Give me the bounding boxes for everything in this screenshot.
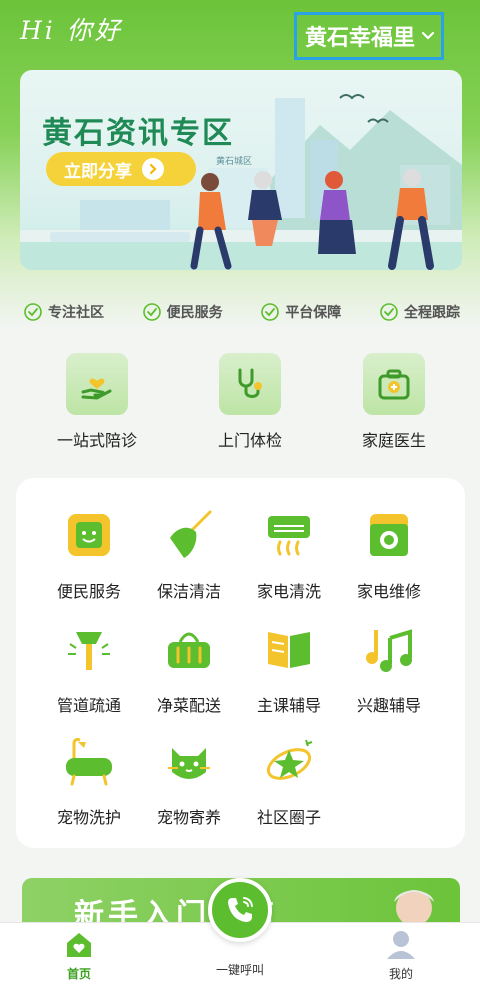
check-circle-icon xyxy=(261,303,280,321)
service-family-doctor-button[interactable]: 家庭医生 xyxy=(339,353,449,451)
feature-label: 全程跟踪 xyxy=(403,305,460,321)
banner-title: 黄石资讯专区 xyxy=(42,116,234,151)
news-banner[interactable]: 黄石资讯专区 立即分享 黄石城区 xyxy=(20,70,462,270)
grid-service-label: 宠物洗护 xyxy=(56,808,121,827)
grid-service-label: 便民服务 xyxy=(56,582,121,601)
planet-star-icon xyxy=(266,739,313,780)
grid-service-label: 家电清洗 xyxy=(256,582,321,601)
location-label: 黄石幸福里 xyxy=(305,26,416,51)
service-escort-button[interactable]: 一站式陪诊 xyxy=(42,353,152,451)
grid-service-item[interactable]: 宠物寄养 xyxy=(139,734,239,828)
check-circle-icon xyxy=(24,303,42,321)
grid-service-label: 净菜配送 xyxy=(156,696,221,715)
cat-icon xyxy=(168,748,210,779)
feature-item: 全程跟踪 xyxy=(380,302,460,322)
grid-service-item[interactable]: 社区圈子 xyxy=(239,734,339,828)
feature-item: 平台保障 xyxy=(261,302,341,322)
grid-service-item[interactable]: 主课辅导 xyxy=(239,622,339,716)
grid-service-label: 兴趣辅导 xyxy=(356,696,421,715)
grid-service-item[interactable]: 家电维修 xyxy=(339,508,439,602)
grid-service-item[interactable]: 保洁清洁 xyxy=(139,508,239,602)
feature-label: 便民服务 xyxy=(166,305,223,321)
service-label: 一站式陪诊 xyxy=(56,431,137,450)
check-circle-icon xyxy=(142,303,161,321)
grid-service-label: 保洁清洁 xyxy=(156,582,221,601)
location-selector[interactable]: 黄石幸福里 xyxy=(294,12,445,60)
feature-list: 专注社区 便民服务 平台保障 全程跟踪 xyxy=(24,298,460,326)
home-heart-icon xyxy=(67,933,91,957)
grid-service-label: 主课辅导 xyxy=(256,696,321,715)
grid-service-item[interactable]: 管道疏通 xyxy=(39,622,139,716)
washing-machine-icon xyxy=(370,514,408,556)
grid-service-item[interactable]: 便民服务 xyxy=(39,508,139,602)
grid-service-item[interactable]: 兴趣辅导 xyxy=(339,622,439,716)
service-label: 家庭医生 xyxy=(361,431,426,450)
share-button-label: 立即分享 xyxy=(64,161,132,182)
feature-label: 平台保障 xyxy=(285,305,342,321)
nav-mine-label: 我的 xyxy=(388,967,413,981)
stethoscope-icon xyxy=(219,353,281,415)
nav-home[interactable]: 首页 xyxy=(34,929,124,982)
service-label: 上门体检 xyxy=(217,431,282,450)
medical-kit-icon xyxy=(363,353,425,415)
services-card: 便民服务 保洁清洁 家电清洗 家电维修 管道疏通 净菜配送 主课辅导 兴趣辅导 … xyxy=(16,478,465,848)
feature-item: 专注社区 xyxy=(24,302,104,322)
bathtub-icon xyxy=(66,738,112,786)
grid-service-label: 家电维修 xyxy=(356,582,421,601)
arrow-right-icon xyxy=(142,158,164,180)
nav-home-label: 首页 xyxy=(66,967,91,981)
chevron-down-icon xyxy=(421,31,435,40)
one-key-call-button[interactable] xyxy=(208,878,272,942)
plunger-icon xyxy=(68,632,110,670)
service-home-checkup-button[interactable]: 上门体检 xyxy=(195,353,305,451)
grid-service-item[interactable]: 家电清洗 xyxy=(239,508,339,602)
nav-mine[interactable]: 我的 xyxy=(356,929,446,982)
banner-sign-text: 黄石城区 xyxy=(216,157,253,167)
grid-service-label: 社区圈子 xyxy=(256,808,321,827)
nav-call[interactable]: 一键呼叫 xyxy=(195,959,285,978)
basket-icon xyxy=(168,632,210,668)
top-services: 一站式陪诊 上门体检 家庭医生 xyxy=(0,353,480,453)
grid-service-item[interactable]: 净菜配送 xyxy=(139,622,239,716)
grid-service-item[interactable]: 宠物洗护 xyxy=(39,734,139,828)
grid-service-label: 管道疏通 xyxy=(56,696,121,715)
user-profile-icon xyxy=(387,931,415,959)
check-circle-icon xyxy=(380,303,398,321)
book-icon xyxy=(268,632,310,668)
music-note-icon xyxy=(366,629,412,672)
face-scan-icon xyxy=(68,514,110,556)
feature-item: 便民服务 xyxy=(142,302,223,322)
nav-call-label: 一键呼叫 xyxy=(215,963,264,977)
feature-label: 专注社区 xyxy=(48,305,104,321)
greeting-text: Hi 你好 xyxy=(20,16,123,45)
grid-service-label: 宠物寄养 xyxy=(156,808,221,827)
air-conditioner-icon xyxy=(268,516,310,556)
share-now-button[interactable]: 立即分享 xyxy=(46,152,196,186)
phone-icon xyxy=(228,897,253,922)
heart-hand-icon xyxy=(66,353,128,415)
broom-icon xyxy=(170,510,212,558)
